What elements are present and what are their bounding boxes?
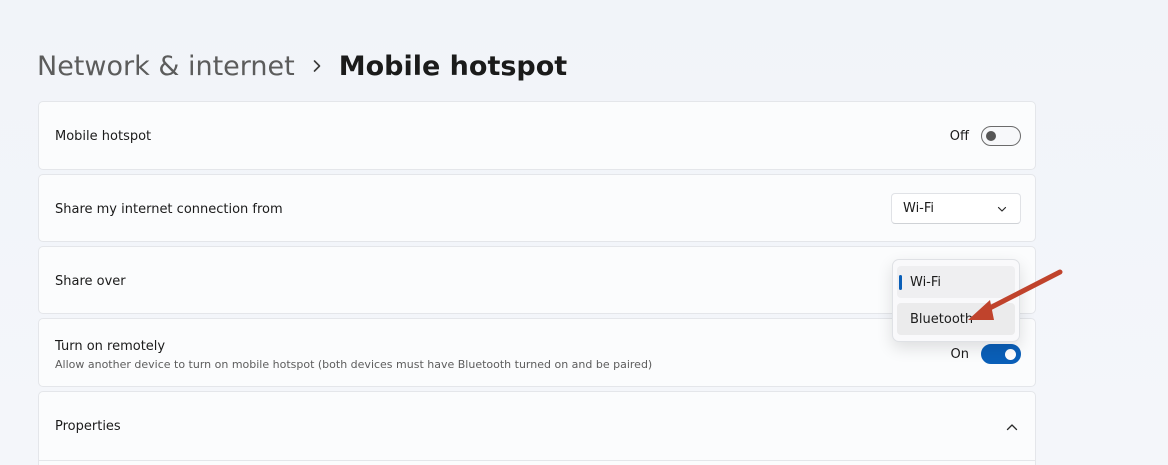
chevron-up-icon[interactable] [1005,420,1019,434]
turn-on-remotely-description: Allow another device to turn on mobile h… [55,358,653,371]
page-title: Mobile hotspot [338,50,568,82]
turn-on-remotely-toggle-wrap: On [951,344,1021,364]
share-over-card: Share over [38,246,1036,314]
chevron-down-icon [997,206,1007,212]
chevron-right-icon [313,60,321,72]
breadcrumb-network-internet[interactable]: Network & internet [37,51,295,82]
option-label: Bluetooth [910,311,974,327]
share-from-dropdown[interactable]: Wi-Fi [891,193,1021,224]
turn-on-remotely-state: On [950,346,969,362]
share-over-label: Share over [55,274,126,289]
share-connection-card: Share my internet connection from Wi-Fi [38,174,1036,242]
share-from-selected: Wi-Fi [903,201,935,216]
mobile-hotspot-card: Mobile hotspot Off [38,101,1036,170]
settings-page: Network & internet Mobile hotspot Mobile… [0,0,1168,465]
selection-indicator [899,275,902,290]
share-connection-label: Share my internet connection from [55,202,283,217]
properties-card[interactable]: Properties [38,391,1036,465]
mobile-hotspot-toggle[interactable] [981,126,1021,146]
turn-on-remotely-toggle[interactable] [981,344,1021,364]
mobile-hotspot-state: Off [949,128,969,144]
share-over-option-wifi[interactable]: Wi-Fi [897,266,1015,298]
turn-on-remotely-label: Turn on remotely [55,339,166,354]
option-label: Wi-Fi [910,274,942,290]
properties-divider [39,460,1035,461]
toggle-knob [1005,349,1016,360]
breadcrumb: Network & internet Mobile hotspot [37,44,567,88]
properties-label: Properties [55,419,121,434]
share-over-dropdown-menu: Wi-Fi Bluetooth [892,259,1020,342]
toggle-knob [986,131,996,141]
mobile-hotspot-toggle-wrap: Off [950,126,1021,146]
turn-on-remotely-card: Turn on remotely Allow another device to… [38,318,1036,387]
mobile-hotspot-label: Mobile hotspot [55,129,152,144]
share-over-option-bluetooth[interactable]: Bluetooth [897,303,1015,335]
